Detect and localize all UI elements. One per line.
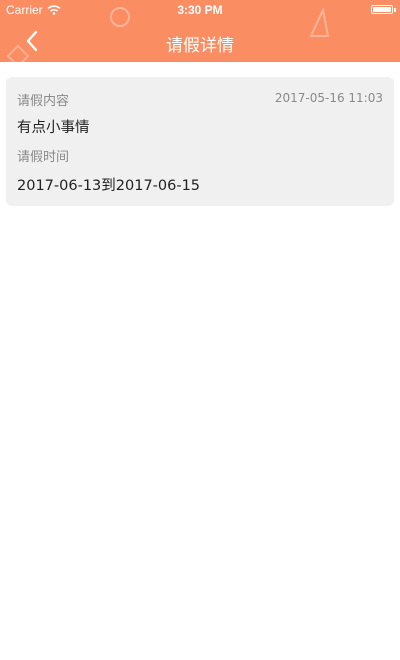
battery-icon bbox=[371, 5, 393, 14]
status-time: 3:30 PM bbox=[177, 3, 223, 17]
status-bar: Carrier 3:30 PM bbox=[0, 0, 400, 20]
leave-detail-screen: Carrier 3:30 PM 请假详情 请假内容 2017-05-16 11:… bbox=[0, 0, 400, 660]
content-label: 请假内容 bbox=[17, 94, 70, 109]
time-label: 请假时间 bbox=[17, 150, 70, 165]
created-time: 2017-05-16 11:03 bbox=[274, 91, 383, 105]
battery-tip bbox=[394, 8, 396, 12]
content-value: 有点小事情 bbox=[17, 120, 90, 136]
header: Carrier 3:30 PM 请假详情 bbox=[0, 0, 400, 62]
page-title: 请假详情 bbox=[166, 36, 234, 56]
time-value: 2017-06-13到2017-06-15 bbox=[17, 178, 201, 194]
nav-bar: 请假详情 bbox=[0, 20, 400, 62]
leave-detail-card: 请假内容 2017-05-16 11:03 有点小事情 请假时间 2017-06… bbox=[6, 77, 394, 206]
